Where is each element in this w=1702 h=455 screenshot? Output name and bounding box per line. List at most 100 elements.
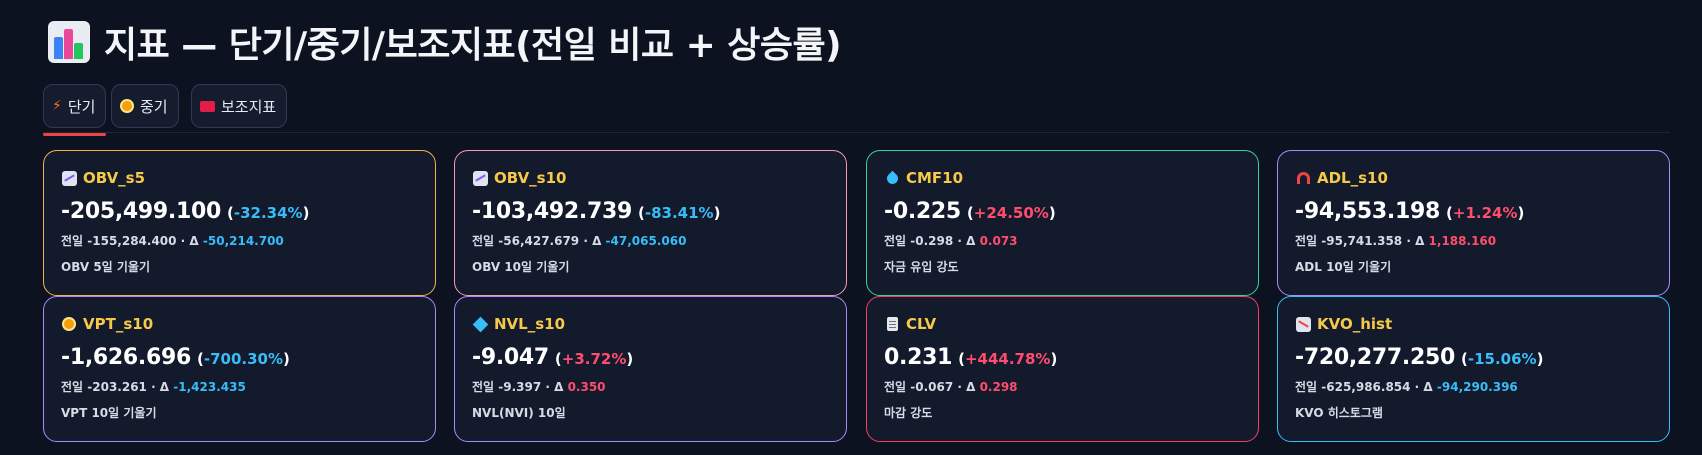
card-change-percent: (-15.06%) bbox=[1461, 350, 1543, 368]
page-header: 지표 — 단기/중기/보조지표(전일 비교 + 상승률) bbox=[48, 14, 842, 70]
indicator-card: OBV_s5 -205,499.100 (-32.34%) 전일 -155,284.4… bbox=[43, 150, 436, 296]
delta-value: 0.350 bbox=[567, 380, 606, 394]
cube-icon bbox=[472, 316, 488, 332]
card-change-percent: (-700.30%) bbox=[197, 350, 290, 368]
percent-value: +3.72% bbox=[561, 350, 627, 368]
indicator-card: OBV_s10 -103,492.739 (-83.41%) 전일 -56,427.6… bbox=[454, 150, 847, 296]
paren-open: ( bbox=[966, 204, 974, 222]
paren-close: ) bbox=[1050, 350, 1058, 368]
compass-icon bbox=[61, 316, 77, 332]
delta-value: 0.073 bbox=[979, 234, 1018, 248]
delta-value: -47,065.060 bbox=[605, 234, 687, 248]
card-header: VPT_s10 bbox=[61, 313, 419, 335]
magnet-icon bbox=[1295, 170, 1311, 186]
toolbox-icon bbox=[200, 98, 215, 114]
card-description: VPT 10일 기울기 bbox=[61, 406, 157, 420]
card-previous-line: 전일 -0.067 · Δ 0.298 bbox=[884, 378, 1242, 395]
tab-auxiliary[interactable]: 보조지표 bbox=[191, 84, 288, 128]
paren-open: ( bbox=[958, 350, 965, 368]
chart-increasing-icon bbox=[61, 170, 77, 186]
delta-value: -50,214.700 bbox=[202, 234, 284, 248]
card-header: CMF10 bbox=[884, 167, 1242, 189]
card-value: -720,277.250 bbox=[1295, 345, 1456, 370]
card-change-percent: (-32.34%) bbox=[227, 204, 309, 222]
card-value-line: 0.231 (+444.78%) bbox=[884, 345, 1242, 375]
card-value: -103,492.739 bbox=[472, 199, 633, 224]
previous-text: 전일 -0.298 · Δ bbox=[884, 234, 980, 248]
card-header: OBV_s10 bbox=[472, 167, 830, 189]
compass-icon bbox=[120, 98, 134, 114]
percent-value: -15.06% bbox=[1467, 350, 1537, 368]
indicator-card: KVO_hist -720,277.250 (-15.06%) 전일 -625,986… bbox=[1277, 296, 1670, 442]
card-description: KVO 히스토그램 bbox=[1295, 406, 1383, 420]
paren-open: ( bbox=[197, 350, 204, 368]
tab-mid-term[interactable]: 중기 bbox=[111, 84, 179, 128]
delta-value: 0.298 bbox=[979, 380, 1018, 394]
paren-open: ( bbox=[638, 204, 645, 222]
percent-value: -32.34% bbox=[233, 204, 303, 222]
card-value-line: -720,277.250 (-15.06%) bbox=[1295, 345, 1653, 375]
card-value-line: -1,626.696 (-700.30%) bbox=[61, 345, 419, 375]
delta-value: -1,423.435 bbox=[173, 380, 246, 394]
card-description: ADL 10일 기울기 bbox=[1295, 260, 1392, 274]
card-header: NVL_s10 bbox=[472, 313, 830, 335]
card-description: OBV 5일 기울기 bbox=[61, 260, 151, 274]
delta-value: 1,188.160 bbox=[1428, 234, 1497, 248]
lightning-icon: ⚡ bbox=[52, 98, 62, 114]
indicator-card: CMF10 -0.225 (+24.50%) 전일 -0.298 · Δ 0.073 자… bbox=[866, 150, 1259, 296]
indicator-card: ADL_s10 -94,553.198 (+1.24%) 전일 -95,741.358… bbox=[1277, 150, 1670, 296]
paren-close: ) bbox=[713, 204, 721, 222]
card-value-line: -9.047 (+3.72%) bbox=[472, 345, 830, 375]
paren-open: ( bbox=[554, 350, 562, 368]
paren-close: ) bbox=[1048, 204, 1056, 222]
chart-decreasing-icon bbox=[1295, 316, 1311, 332]
card-change-percent: (+3.72%) bbox=[555, 350, 633, 368]
card-description: NVL(NVI) 10일 bbox=[472, 406, 566, 420]
previous-text: 전일 -95,741.358 · Δ bbox=[1295, 234, 1429, 248]
card-value-line: -0.225 (+24.50%) bbox=[884, 199, 1242, 229]
card-change-percent: (+1.24%) bbox=[1446, 204, 1524, 222]
indicator-card: VPT_s10 -1,626.696 (-700.30%) 전일 -203.261 ·… bbox=[43, 296, 436, 442]
paren-close: ) bbox=[1517, 204, 1525, 222]
previous-text: 전일 -155,284.400 · Δ bbox=[61, 234, 203, 248]
delta-value: -94,290.396 bbox=[1436, 380, 1518, 394]
previous-text: 전일 -203.261 · Δ bbox=[61, 380, 174, 394]
paren-open: ( bbox=[1461, 350, 1468, 368]
card-value-line: -94,553.198 (+1.24%) bbox=[1295, 199, 1653, 229]
percent-value: +1.24% bbox=[1452, 204, 1518, 222]
card-name: CLV bbox=[906, 315, 937, 333]
card-value: -1,626.696 bbox=[61, 345, 191, 370]
card-previous-line: 전일 -56,427.679 · Δ -47,065.060 bbox=[472, 232, 830, 249]
tab-label: 중기 bbox=[140, 97, 168, 116]
percent-value: -83.41% bbox=[644, 204, 714, 222]
card-header: ADL_s10 bbox=[1295, 167, 1653, 189]
paren-close: ) bbox=[1536, 350, 1544, 368]
percent-value: +444.78% bbox=[964, 350, 1051, 368]
card-name: OBV_s5 bbox=[83, 169, 146, 187]
previous-text: 전일 -0.067 · Δ bbox=[884, 380, 980, 394]
card-name: ADL_s10 bbox=[1317, 169, 1388, 187]
card-value: -94,553.198 bbox=[1295, 199, 1441, 224]
card-header: OBV_s5 bbox=[61, 167, 419, 189]
card-previous-line: 전일 -95,741.358 · Δ 1,188.160 bbox=[1295, 232, 1653, 249]
paren-close: ) bbox=[302, 204, 310, 222]
tab-label: 단기 bbox=[67, 97, 96, 116]
percent-value: +24.50% bbox=[973, 204, 1049, 222]
card-name: CMF10 bbox=[906, 169, 964, 187]
tab-short-term[interactable]: ⚡ 단기 bbox=[43, 84, 107, 136]
tab-label: 보조지표 bbox=[221, 97, 277, 116]
chart-increasing-icon bbox=[472, 170, 488, 186]
card-name: OBV_s10 bbox=[494, 169, 567, 187]
previous-text: 전일 -9.397 · Δ bbox=[472, 380, 568, 394]
indicator-page: 지표 — 단기/중기/보조지표(전일 비교 + 상승률) ⚡ 단기 중기 보조지… bbox=[0, 0, 1702, 455]
card-description: 자금 유입 강도 bbox=[884, 260, 959, 274]
card-previous-line: 전일 -155,284.400 · Δ -50,214.700 bbox=[61, 232, 419, 249]
previous-text: 전일 -625,986.854 · Δ bbox=[1295, 380, 1437, 394]
card-description: 마감 강도 bbox=[884, 406, 933, 420]
card-name: NVL_s10 bbox=[494, 315, 566, 333]
card-name: VPT_s10 bbox=[83, 315, 154, 333]
paren-open: ( bbox=[227, 204, 234, 222]
droplet-icon bbox=[884, 170, 900, 186]
percent-value: -700.30% bbox=[203, 350, 283, 368]
document-icon bbox=[884, 316, 900, 332]
